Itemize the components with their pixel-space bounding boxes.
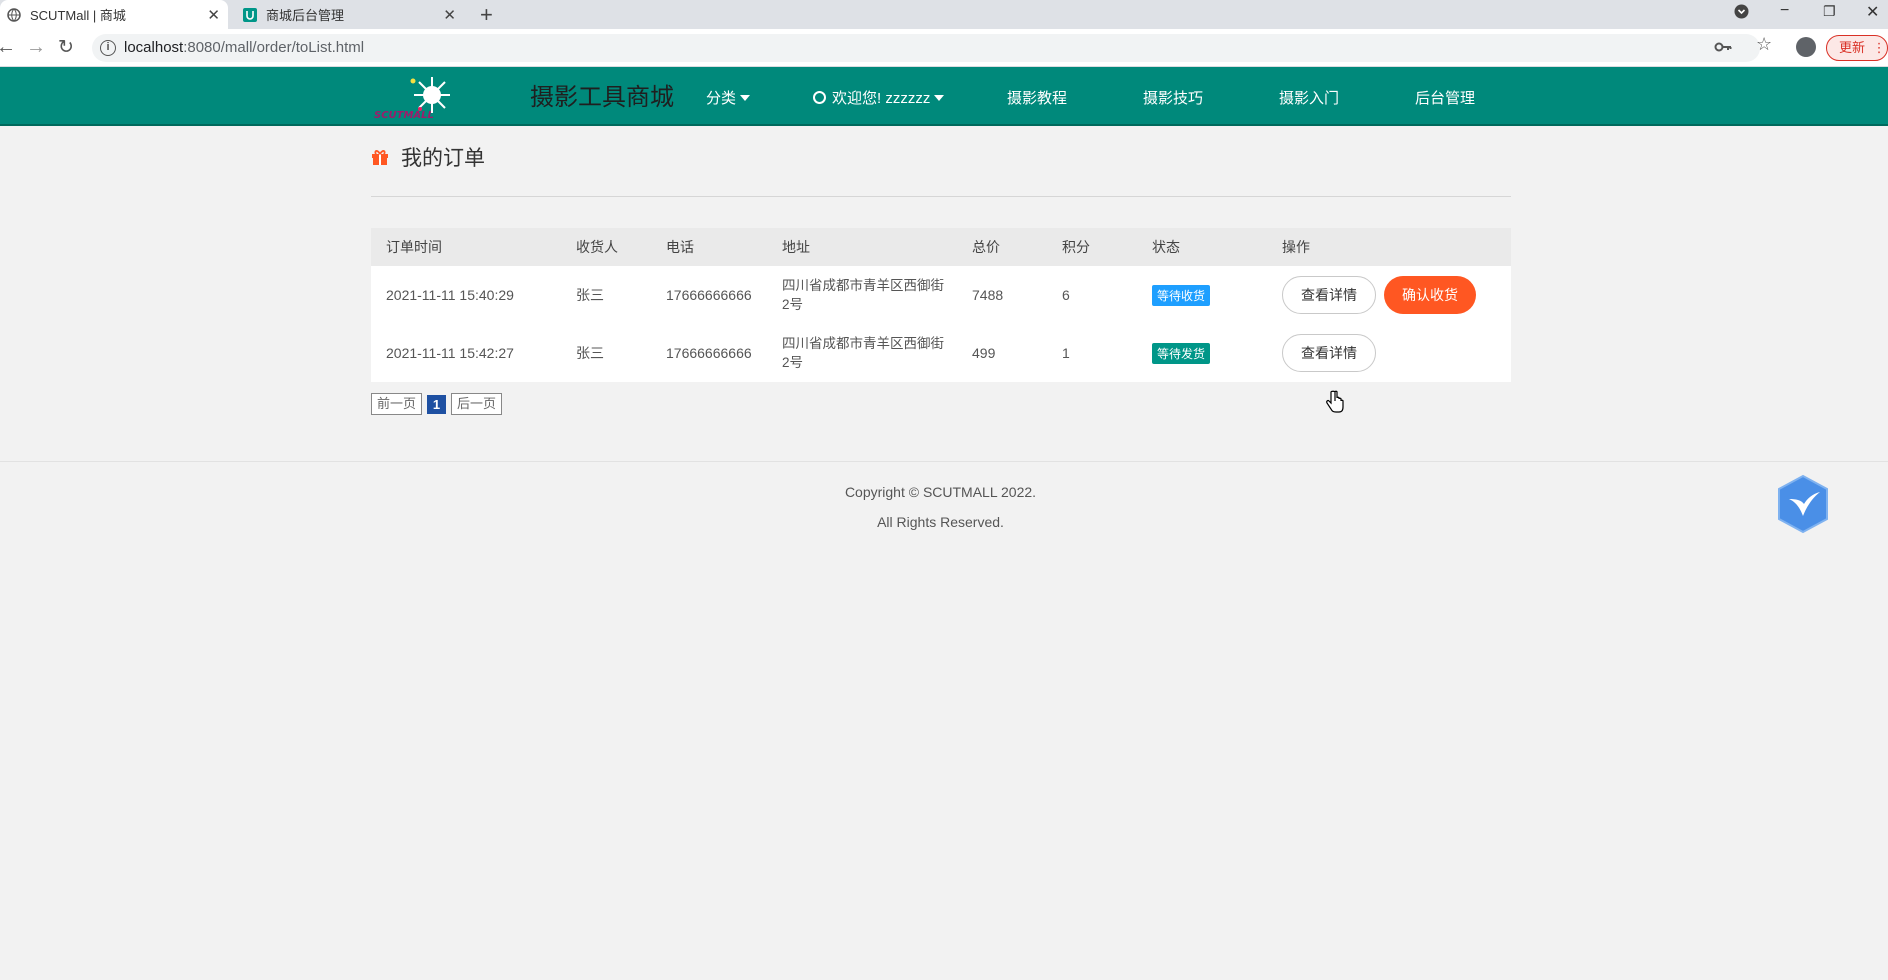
view-details-button[interactable]: 查看详情 bbox=[1282, 276, 1376, 314]
tab-search-icon[interactable] bbox=[1734, 4, 1749, 24]
nav-admin[interactable]: 后台管理 bbox=[1415, 87, 1475, 108]
total-price: 499 bbox=[972, 345, 996, 361]
rights-text: All Rights Reserved. bbox=[877, 514, 1004, 530]
tab-title: 商城后台管理 bbox=[266, 8, 345, 23]
info-icon[interactable]: i bbox=[100, 40, 116, 56]
header-total: 总价 bbox=[972, 239, 1000, 255]
back-icon[interactable]: ← bbox=[0, 36, 16, 59]
header-receiver: 收货人 bbox=[576, 239, 618, 255]
footer-divider bbox=[0, 461, 1888, 462]
address: 四川省成都市青羊区西御街2号 bbox=[782, 278, 944, 312]
phone: 17666666666 bbox=[666, 345, 752, 361]
current-page[interactable]: 1 bbox=[427, 394, 447, 414]
url-text: localhost:8080/mall/order/toList.html bbox=[124, 39, 365, 56]
key-icon[interactable] bbox=[1714, 40, 1732, 57]
user-icon bbox=[813, 91, 826, 104]
address-cell: 四川省成都市青羊区西御街2号 bbox=[767, 324, 957, 382]
order-time: 2021-11-11 15:42:27 bbox=[386, 345, 514, 361]
orders-table: 订单时间 收货人 电话 地址 总价 积分 状态 操作 2021-11-11 15… bbox=[371, 228, 1511, 382]
order-time: 2021-11-11 15:40:29 bbox=[386, 287, 514, 303]
address: 四川省成都市青羊区西御街2号 bbox=[782, 336, 944, 370]
tab-scutmall[interactable]: SCUTMall | 商城 ✕ bbox=[0, 0, 228, 29]
view-details-button[interactable]: 查看详情 bbox=[1282, 334, 1376, 372]
points: 6 bbox=[1062, 287, 1070, 303]
nav-user-dropdown[interactable]: 欢迎您! zzzzzz bbox=[813, 87, 945, 108]
browser-toolbar: ← → ↻ i localhost:8080/mall/order/toList… bbox=[0, 29, 1888, 67]
next-page-button[interactable]: 后一页 bbox=[451, 393, 503, 415]
status-badge: 等待收货 bbox=[1152, 284, 1211, 306]
site-header: SCUTMALL 摄影工具商城 分类 欢迎您! zzzzzz 摄影教程 摄影技巧… bbox=[0, 67, 1888, 126]
confirm-receipt-button[interactable]: 确认收货 bbox=[1384, 276, 1476, 314]
globe-icon bbox=[6, 7, 22, 23]
page-heading: 我的订单 bbox=[371, 142, 485, 172]
header-status: 状态 bbox=[1152, 239, 1180, 255]
divider bbox=[371, 196, 1511, 197]
status-cell: 等待发货 bbox=[1137, 324, 1267, 382]
total-price: 7488 bbox=[972, 287, 1004, 303]
bookmark-star-icon[interactable]: ☆ bbox=[1756, 34, 1772, 55]
caret-down-icon bbox=[740, 95, 751, 101]
phone: 17666666666 bbox=[666, 287, 752, 303]
address-bar[interactable]: i localhost:8080/mall/order/toList.html bbox=[92, 34, 1760, 62]
nav-category-dropdown[interactable]: 分类 bbox=[706, 87, 751, 108]
prev-page-button[interactable]: 前一页 bbox=[371, 393, 423, 415]
address-cell: 四川省成都市青羊区西御街2号 bbox=[767, 266, 957, 324]
nav-tips[interactable]: 摄影技巧 bbox=[1143, 87, 1203, 108]
nav-tutorials[interactable]: 摄影教程 bbox=[1007, 87, 1067, 108]
reload-icon[interactable]: ↻ bbox=[58, 36, 74, 59]
caret-down-icon bbox=[934, 95, 945, 101]
tab-admin[interactable]: 商城后台管理 ✕ bbox=[236, 0, 464, 29]
floating-bird-icon[interactable] bbox=[1776, 474, 1830, 534]
status-cell: 等待收货 bbox=[1137, 266, 1267, 324]
receiver: 张三 bbox=[576, 287, 604, 303]
header-order-time: 订单时间 bbox=[386, 239, 442, 255]
admin-favicon-icon bbox=[242, 7, 258, 23]
header-address: 地址 bbox=[782, 239, 810, 255]
table-row: 2021-11-11 15:40:29 张三 17666666666 四川省成都… bbox=[371, 266, 1511, 324]
forward-icon[interactable]: → bbox=[26, 36, 46, 59]
copyright-text: Copyright © SCUTMALL 2022. bbox=[844, 484, 1037, 500]
footer: Copyright © SCUTMALL 2022. All Rights Re… bbox=[0, 477, 1881, 537]
header-phone: 电话 bbox=[666, 239, 694, 255]
minimize-icon[interactable]: − bbox=[1780, 2, 1789, 20]
restore-icon[interactable]: ❐ bbox=[1823, 3, 1836, 20]
new-tab-icon[interactable]: + bbox=[480, 2, 493, 28]
table-row: 2021-11-11 15:42:27 张三 17666666666 四川省成都… bbox=[371, 324, 1511, 382]
page-title: 我的订单 bbox=[401, 147, 485, 170]
site-title: 摄影工具商城 bbox=[530, 84, 674, 111]
pagination: 前一页 1 后一页 bbox=[371, 393, 503, 415]
site-logo[interactable]: SCUTMALL bbox=[372, 75, 454, 121]
actions-cell: 查看详情 bbox=[1267, 324, 1511, 382]
svg-text:SCUTMALL: SCUTMALL bbox=[374, 110, 434, 121]
header-points: 积分 bbox=[1062, 239, 1090, 255]
browser-tabstrip: SCUTMall | 商城 ✕ 商城后台管理 ✕ + − ❐ ✕ bbox=[0, 0, 1888, 29]
table-header-row: 订单时间 收货人 电话 地址 总价 积分 状态 操作 bbox=[371, 228, 1511, 266]
close-window-icon[interactable]: ✕ bbox=[1866, 2, 1879, 22]
tab-title: SCUTMall | 商城 bbox=[30, 8, 126, 23]
points: 1 bbox=[1062, 345, 1070, 361]
close-icon[interactable]: ✕ bbox=[443, 6, 456, 24]
hand-cursor-icon bbox=[1326, 390, 1344, 414]
nav-intro[interactable]: 摄影入门 bbox=[1279, 87, 1339, 108]
update-button[interactable]: 更新 ⋮ bbox=[1826, 35, 1888, 61]
gift-icon bbox=[371, 148, 389, 166]
close-icon[interactable]: ✕ bbox=[207, 6, 220, 24]
header-actions: 操作 bbox=[1282, 239, 1310, 255]
profile-avatar-icon[interactable] bbox=[1796, 37, 1816, 57]
actions-cell: 查看详情 确认收货 bbox=[1267, 266, 1511, 324]
status-badge: 等待发货 bbox=[1152, 342, 1211, 364]
receiver: 张三 bbox=[576, 345, 604, 361]
